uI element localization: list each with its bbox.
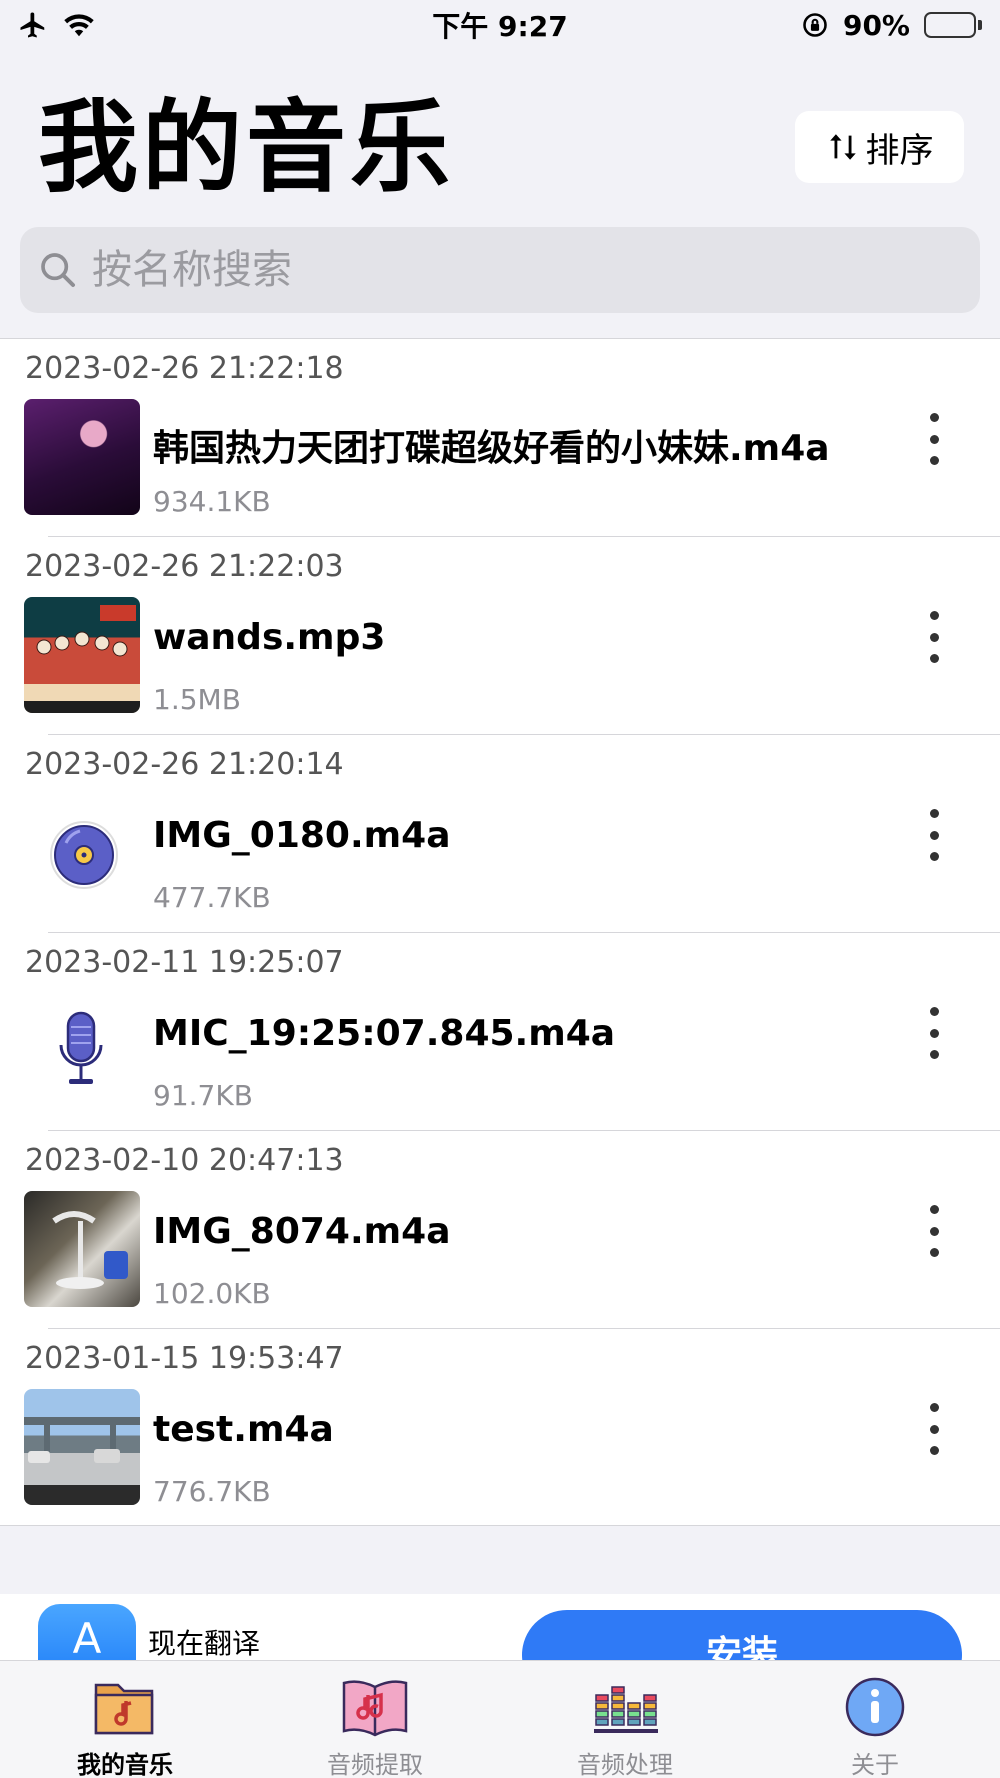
tab-label: 关于 (851, 1751, 899, 1778)
item-date: 2023-02-26 21:22:18 (25, 351, 344, 386)
tab-audio-process[interactable]: 音频处理 (500, 1661, 750, 1778)
item-size: 776.7KB (153, 1475, 271, 1508)
microphone-icon (24, 993, 140, 1109)
airplane-icon (20, 12, 45, 38)
tab-label: 我的音乐 (77, 1751, 173, 1778)
more-options-icon[interactable] (920, 413, 948, 465)
vinyl-disc-icon (24, 795, 140, 911)
battery-percent: 90% (842, 8, 910, 42)
list-item[interactable]: 2023-02-10 20:47:13 IMG_8074.m4a 102.0KB (0, 1131, 1000, 1329)
item-name: IMG_0180.m4a (153, 815, 451, 856)
search-input[interactable] (92, 247, 952, 293)
list-item[interactable]: 2023-02-26 21:22:18 韩国热力天团打碟超级好看的小妹妹.m4a… (0, 339, 1000, 537)
sort-arrows-icon (829, 134, 856, 160)
item-date: 2023-02-10 20:47:13 (25, 1143, 344, 1178)
item-date: 2023-01-15 19:53:47 (25, 1341, 344, 1376)
video-thumbnail (24, 1389, 140, 1505)
ad-title: 现在翻译 (148, 1627, 261, 1660)
item-date: 2023-02-26 21:20:14 (25, 747, 344, 782)
equalizer-icon (594, 1686, 658, 1733)
music-book-icon (342, 1680, 408, 1737)
item-name: IMG_8074.m4a (153, 1211, 451, 1252)
install-button[interactable]: 安装 (522, 1610, 962, 1660)
battery-charging-icon (924, 12, 982, 38)
video-thumbnail (24, 399, 140, 515)
ad-banner[interactable]: A 现在翻译 安装 (0, 1594, 1000, 1660)
more-options-icon[interactable] (920, 1007, 948, 1059)
tab-label: 音频提取 (327, 1751, 423, 1778)
item-size: 477.7KB (153, 881, 271, 914)
status-bar: 下午 9:27 90% (0, 0, 1000, 50)
list-item[interactable]: 2023-02-26 21:20:14 IMG_0180.m4a 477.7KB (0, 735, 1000, 933)
item-name: MIC_19:25:07.845.m4a (153, 1013, 616, 1054)
wifi-icon (64, 14, 94, 37)
ad-icon-letter: A (72, 1614, 102, 1660)
sort-button[interactable]: 排序 (795, 111, 964, 183)
more-options-icon[interactable] (920, 611, 948, 663)
tab-about[interactable]: 关于 (750, 1661, 1000, 1778)
list-item[interactable]: 2023-02-11 19:25:07 MIC_19:25:07.845.m4a… (0, 933, 1000, 1131)
video-thumbnail (24, 1191, 140, 1307)
item-size: 1.5MB (153, 683, 241, 716)
more-options-icon[interactable] (920, 809, 948, 861)
item-name: test.m4a (153, 1409, 334, 1450)
item-size: 934.1KB (153, 485, 271, 518)
more-options-icon[interactable] (920, 1403, 948, 1455)
search-bar[interactable] (20, 227, 980, 313)
sort-label: 排序 (865, 130, 934, 171)
more-options-icon[interactable] (920, 1205, 948, 1257)
album-art (24, 597, 140, 713)
page-title: 我的音乐 (38, 89, 454, 206)
info-icon (845, 1677, 905, 1737)
item-name: 韩国热力天团打碟超级好看的小妹妹.m4a (153, 428, 830, 469)
item-size: 102.0KB (153, 1277, 271, 1310)
tab-label: 音频处理 (577, 1751, 673, 1778)
item-date: 2023-02-11 19:25:07 (25, 945, 344, 980)
item-size: 91.7KB (153, 1079, 253, 1112)
translate-app-icon: A (38, 1604, 136, 1660)
tab-my-music[interactable]: 我的音乐 (0, 1661, 250, 1778)
tab-bar: 我的音乐 音频提取 音频处理 关于 (0, 1660, 1000, 1778)
tab-audio-extract[interactable]: 音频提取 (250, 1661, 500, 1778)
item-date: 2023-02-26 21:22:03 (25, 549, 344, 584)
music-folder-icon (94, 1683, 154, 1735)
list-item[interactable]: 2023-02-26 21:22:03 wands.mp3 1.5MB (0, 537, 1000, 735)
list-item[interactable]: 2023-01-15 19:53:47 test.m4a 776.7KB (0, 1329, 1000, 1527)
file-list: 2023-02-26 21:22:18 韩国热力天团打碟超级好看的小妹妹.m4a… (0, 338, 1000, 1526)
search-icon (41, 253, 75, 287)
item-name: wands.mp3 (153, 617, 386, 658)
rotation-lock-icon (803, 13, 827, 37)
